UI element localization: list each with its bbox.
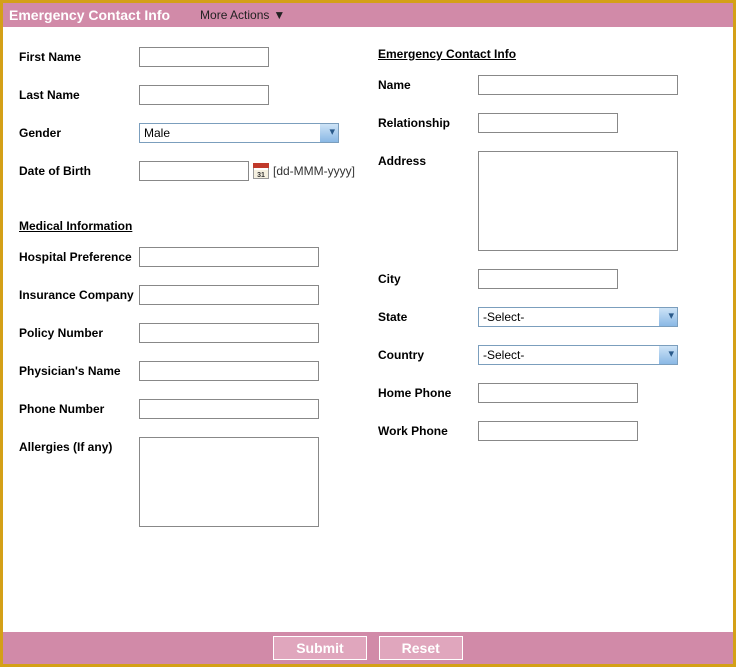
titlebar: Emergency Contact Info More Actions ▼ (3, 3, 733, 27)
submit-button[interactable]: Submit (273, 636, 366, 660)
first-name-input[interactable] (139, 47, 269, 67)
left-column: First Name Last Name Gender Male (19, 47, 358, 624)
insurance-label: Insurance Company (19, 285, 139, 302)
last-name-row: Last Name (19, 85, 358, 105)
medical-heading: Medical Information (19, 219, 358, 233)
hospital-label: Hospital Preference (19, 247, 139, 264)
ec-address-row: Address (378, 151, 717, 251)
hospital-row: Hospital Preference (19, 247, 358, 267)
form-window: Emergency Contact Info More Actions ▼ Fi… (0, 0, 736, 667)
policy-input[interactable] (139, 323, 319, 343)
insurance-input[interactable] (139, 285, 319, 305)
ec-state-label: State (378, 307, 478, 324)
emergency-heading: Emergency Contact Info (378, 47, 717, 61)
more-actions-label: More Actions (200, 8, 269, 22)
more-actions-menu[interactable]: More Actions ▼ (200, 8, 285, 22)
ec-work-phone-row: Work Phone (378, 421, 717, 441)
physician-row: Physician's Name (19, 361, 358, 381)
ec-city-input[interactable] (478, 269, 618, 289)
ec-name-input[interactable] (478, 75, 678, 95)
ec-country-select[interactable]: -Select- (478, 345, 678, 365)
ec-state-select[interactable]: -Select- (478, 307, 678, 327)
ec-work-phone-label: Work Phone (378, 421, 478, 438)
ec-state-row: State -Select- (378, 307, 717, 327)
ec-city-label: City (378, 269, 478, 286)
ec-address-textarea[interactable] (478, 151, 678, 251)
physician-label: Physician's Name (19, 361, 139, 378)
phone-row: Phone Number (19, 399, 358, 419)
dob-hint: [dd-MMM-yyyy] (273, 164, 355, 178)
allergies-textarea[interactable] (139, 437, 319, 527)
allergies-row: Allergies (If any) (19, 437, 358, 527)
policy-row: Policy Number (19, 323, 358, 343)
chevron-down-icon: ▼ (273, 8, 285, 22)
window-title: Emergency Contact Info (9, 7, 170, 23)
ec-country-row: Country -Select- (378, 345, 717, 365)
reset-button[interactable]: Reset (379, 636, 463, 660)
phone-label: Phone Number (19, 399, 139, 416)
gender-select[interactable]: Male (139, 123, 339, 143)
phone-input[interactable] (139, 399, 319, 419)
ec-country-label: Country (378, 345, 478, 362)
ec-home-phone-row: Home Phone (378, 383, 717, 403)
right-column: Emergency Contact Info Name Relationship… (378, 47, 717, 624)
last-name-input[interactable] (139, 85, 269, 105)
ec-relationship-label: Relationship (378, 113, 478, 130)
dob-row: Date of Birth [dd-MMM-yyyy] (19, 161, 358, 181)
insurance-row: Insurance Company (19, 285, 358, 305)
ec-home-phone-input[interactable] (478, 383, 638, 403)
ec-name-label: Name (378, 75, 478, 92)
footer: Submit Reset (3, 632, 733, 664)
gender-label: Gender (19, 123, 139, 140)
ec-name-row: Name (378, 75, 717, 95)
hospital-input[interactable] (139, 247, 319, 267)
first-name-row: First Name (19, 47, 358, 67)
last-name-label: Last Name (19, 85, 139, 102)
ec-city-row: City (378, 269, 717, 289)
calendar-icon[interactable] (253, 163, 269, 179)
physician-input[interactable] (139, 361, 319, 381)
ec-relationship-input[interactable] (478, 113, 618, 133)
form-content: First Name Last Name Gender Male (3, 27, 733, 632)
allergies-label: Allergies (If any) (19, 437, 139, 454)
ec-work-phone-input[interactable] (478, 421, 638, 441)
gender-row: Gender Male (19, 123, 358, 143)
ec-home-phone-label: Home Phone (378, 383, 478, 400)
policy-label: Policy Number (19, 323, 139, 340)
ec-address-label: Address (378, 151, 478, 168)
dob-label: Date of Birth (19, 161, 139, 178)
ec-relationship-row: Relationship (378, 113, 717, 133)
first-name-label: First Name (19, 47, 139, 64)
dob-input[interactable] (139, 161, 249, 181)
